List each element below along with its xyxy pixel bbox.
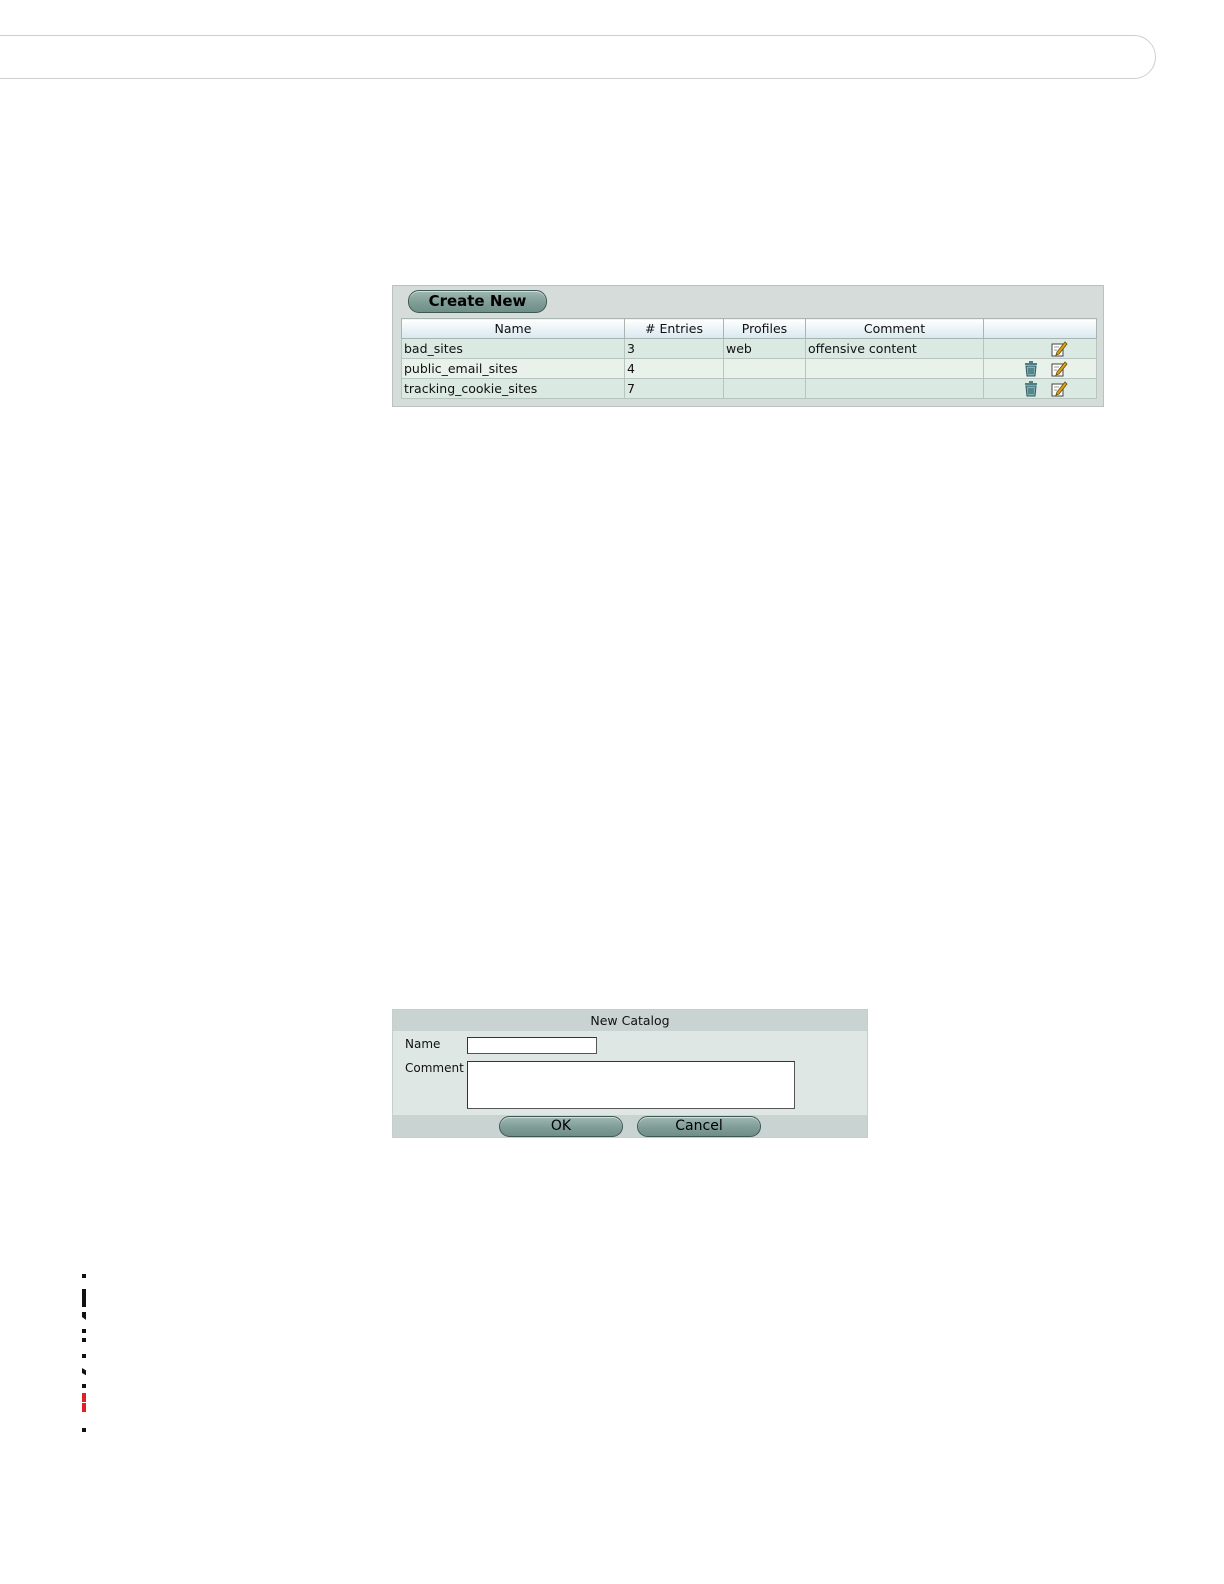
- column-header-profiles[interactable]: Profiles: [723, 318, 806, 339]
- column-header-comment[interactable]: Comment: [805, 318, 984, 339]
- cell-profiles: [723, 358, 806, 379]
- ok-button[interactable]: OK: [499, 1116, 623, 1137]
- catalog-list-panel: Create New Name # Entries Profiles Comme…: [392, 285, 1104, 407]
- page-header-bar: [0, 35, 1156, 79]
- cell-profiles: [723, 378, 806, 399]
- new-catalog-dialog: New Catalog Name Comment OK Cancel: [392, 1009, 868, 1138]
- table-row: public_email_sites 4: [401, 358, 1097, 379]
- cell-actions: [983, 338, 1097, 359]
- edit-icon[interactable]: [1050, 340, 1068, 358]
- column-header-entries[interactable]: # Entries: [624, 318, 724, 339]
- cell-actions: [983, 358, 1097, 379]
- column-header-actions: [983, 318, 1097, 339]
- cell-comment: [805, 358, 984, 379]
- name-field[interactable]: [467, 1037, 597, 1054]
- table-row: bad_sites 3 web offensive content: [401, 338, 1097, 359]
- comment-label: Comment: [405, 1061, 464, 1075]
- cell-actions: [983, 378, 1097, 399]
- trash-icon[interactable]: [1022, 380, 1040, 398]
- name-label: Name: [405, 1037, 441, 1051]
- edit-icon[interactable]: [1050, 380, 1068, 398]
- fortinet-logo: [56, 1196, 104, 1432]
- table-row: tracking_cookie_sites 7: [401, 378, 1097, 399]
- cell-name: tracking_cookie_sites: [401, 378, 625, 399]
- cell-entries: 3: [624, 338, 724, 359]
- trash-icon[interactable]: [1022, 360, 1040, 378]
- cancel-button[interactable]: Cancel: [637, 1116, 761, 1137]
- cell-profiles: web: [723, 338, 806, 359]
- dialog-title: New Catalog: [393, 1010, 867, 1031]
- create-new-button[interactable]: Create New: [408, 290, 547, 313]
- column-header-name[interactable]: Name: [401, 318, 625, 339]
- cell-name: bad_sites: [401, 338, 625, 359]
- catalog-table: Name # Entries Profiles Comment bad_site…: [401, 318, 1097, 399]
- table-header-row: Name # Entries Profiles Comment: [401, 318, 1097, 339]
- cell-name: public_email_sites: [401, 358, 625, 379]
- cell-entries: 7: [624, 378, 724, 399]
- comment-field[interactable]: [467, 1061, 795, 1109]
- edit-icon[interactable]: [1050, 360, 1068, 378]
- cell-comment: offensive content: [805, 338, 984, 359]
- cell-comment: [805, 378, 984, 399]
- cell-entries: 4: [624, 358, 724, 379]
- dialog-footer: OK Cancel: [393, 1115, 867, 1137]
